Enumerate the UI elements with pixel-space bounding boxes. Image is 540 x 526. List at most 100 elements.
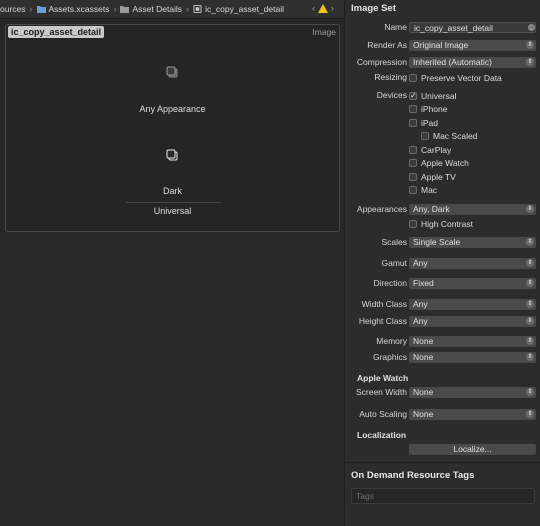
row-gamut: Gamut Any ⇕ [345,257,540,270]
copy-icon-dark[interactable] [166,149,178,161]
chevron-updown-icon: ⇕ [526,388,534,396]
apple-watch-title: Apple Watch [357,373,409,383]
direction-select[interactable]: Fixed ⇕ [409,278,536,289]
checkbox-label: Apple TV [421,172,456,182]
row-auto-scaling: Auto Scaling None ⇕ [345,408,540,421]
checkbox-box[interactable] [409,105,417,113]
height-class-label: Height Class [358,316,407,326]
breadcrumb-item-asset-details[interactable]: Asset Details [120,4,182,14]
breadcrumb-label: ources [0,4,26,14]
checkbox-box[interactable] [421,132,429,140]
warning-icon[interactable] [318,3,328,13]
preserve-vector-checkbox[interactable]: Preserve Vector Data [409,72,502,84]
auto-scaling-label: Auto Scaling [359,409,407,419]
checkbox-label: CarPlay [421,145,452,155]
slot-any-appearance-label: Any Appearance [139,104,206,114]
folder-icon [120,6,130,13]
auto-scaling-select[interactable]: None ⇕ [409,409,536,420]
slot-group-label: Universal [153,206,192,216]
checkbox-box[interactable] [409,159,417,167]
select-value: None [413,409,434,419]
device-mac-scaled[interactable]: Mac Scaled [421,130,477,142]
name-label: Name [384,22,407,32]
checkbox-box[interactable] [409,146,417,154]
row-render-as: Render As Original Image ⇕ [345,39,540,52]
row-height-class: Height Class Any ⇕ [345,315,540,328]
breadcrumb-item-sources[interactable]: ources [0,4,26,14]
checkbox-label: Apple Watch [421,158,469,168]
device-apple-watch[interactable]: Apple Watch [409,157,469,169]
row-screen-width: Screen Width None ⇕ [345,386,540,399]
row-compression: Compression Inherited (Automatic) ⇕ [345,56,540,69]
device-apple-tv[interactable]: Apple TV [409,171,456,183]
appearances-select[interactable]: Any, Dark ⇕ [409,204,536,215]
checkbox-box[interactable] [409,186,417,194]
select-value: Fixed [413,278,434,288]
select-value: Any [413,258,428,268]
select-value: None [413,387,434,397]
checkbox-box[interactable] [409,74,417,82]
name-field[interactable]: ic_copy_asset_detail [409,22,536,33]
nav-controls: ‹ › [312,3,334,13]
asset-name-label[interactable]: ic_copy_asset_detail [8,26,105,38]
gamut-label: Gamut [381,258,407,268]
select-value: Inherited (Automatic) [413,57,492,67]
height-class-select[interactable]: Any ⇕ [409,316,536,327]
breadcrumb: ources › Assets.xcassets › Asset Details… [0,0,344,19]
chevron-left-icon[interactable]: ‹ [312,3,315,13]
chevron-right-icon[interactable]: › [331,3,334,13]
chevron-updown-icon: ⇕ [526,41,534,49]
copy-icon-any[interactable] [166,66,178,78]
localize-button[interactable]: Localize... [409,444,536,455]
compression-label: Compression [356,57,407,67]
section-divider [345,462,540,463]
chevron-updown-icon: ⇕ [526,410,534,418]
checkbox-box[interactable] [409,173,417,181]
breadcrumb-item-assets[interactable]: Assets.xcassets [36,4,109,14]
chevron-updown-icon: ⇕ [526,58,534,66]
checkbox-box[interactable] [409,220,417,228]
device-mac[interactable]: Mac [409,184,437,196]
width-class-select[interactable]: Any ⇕ [409,299,536,310]
high-contrast-checkbox[interactable]: High Contrast [409,218,473,230]
compression-select[interactable]: Inherited (Automatic) ⇕ [409,57,536,68]
device-carplay[interactable]: CarPlay [409,144,451,156]
device-universal[interactable]: Universal [409,90,456,102]
slot-divider [126,202,221,203]
row-resizing: Resizing Preserve Vector Data [345,71,540,84]
asset-editor: ources › Assets.xcassets › Asset Details… [0,0,344,526]
render-as-select[interactable]: Original Image ⇕ [409,40,536,51]
memory-label: Memory [376,336,407,346]
row-name: Name ic_copy_asset_detail → [345,21,540,34]
scales-select[interactable]: Single Scale ⇕ [409,237,536,248]
chevron-right-icon: › [113,4,117,14]
render-as-label: Render As [367,40,407,50]
slot-dark-label: Dark [162,186,182,196]
memory-select[interactable]: None ⇕ [409,336,536,347]
attributes-inspector: Image Set Name ic_copy_asset_detail → Re… [344,0,540,526]
checkbox-box[interactable] [409,91,417,100]
chevron-updown-icon: ⇕ [526,238,534,246]
breadcrumb-item-image-set[interactable]: ic_copy_asset_detail [193,4,284,14]
appearances-label: Appearances [356,204,407,214]
graphics-label: Graphics [372,352,407,362]
checkbox-box[interactable] [409,119,417,127]
asset-canvas: ic_copy_asset_detail Image Any Appearanc… [5,24,340,232]
select-value: Original Image [413,40,469,50]
devices-label: Devices [376,90,407,100]
device-iphone[interactable]: iPhone [409,103,447,115]
select-value: None [413,336,434,346]
breadcrumb-label: Asset Details [132,4,183,14]
gamut-select[interactable]: Any ⇕ [409,258,536,269]
row-graphics: Graphics None ⇕ [345,351,540,364]
chevron-right-icon: › [186,4,190,14]
chevron-updown-icon: ⇕ [526,353,534,361]
row-width-class: Width Class Any ⇕ [345,298,540,311]
arrow-right-circle-icon[interactable]: → [528,24,535,31]
tags-input[interactable]: Tags [351,488,535,504]
device-ipad[interactable]: iPad [409,117,438,129]
checkbox-label: Mac Scaled [433,131,478,141]
screen-width-select[interactable]: None ⇕ [409,387,536,398]
breadcrumb-label: ic_copy_asset_detail [205,4,284,14]
graphics-select[interactable]: None ⇕ [409,352,536,363]
